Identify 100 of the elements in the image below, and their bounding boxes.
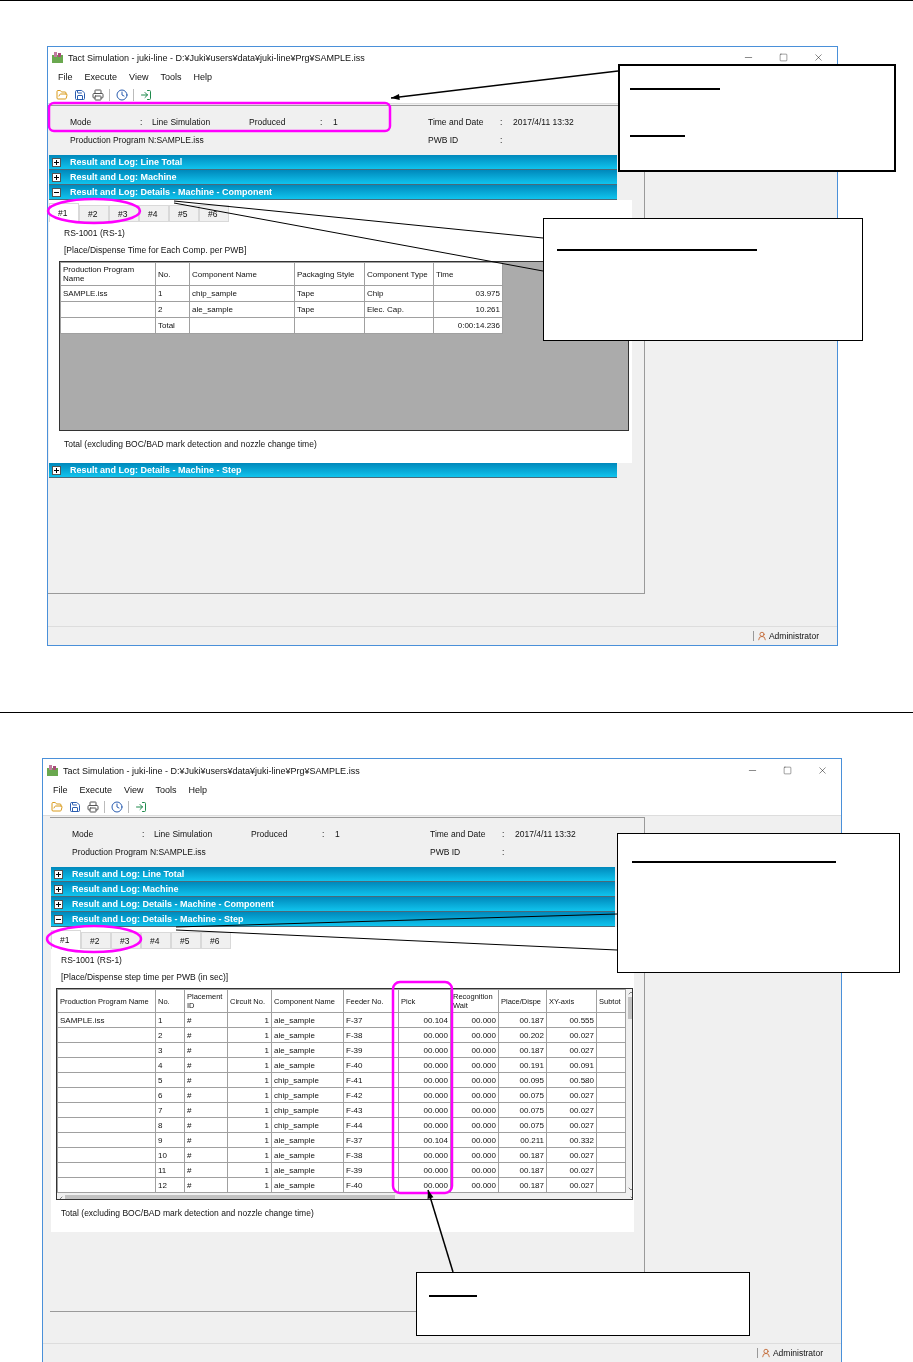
- table-cell: 00.000: [450, 1042, 499, 1058]
- footer-note: Total (excluding BOC/BAD mark detection and nozzle change time): [61, 1207, 314, 1220]
- table-cell: 2: [155, 1027, 185, 1043]
- table-cell: 00.187: [498, 1177, 547, 1193]
- tab[interactable]: #5: [169, 205, 199, 222]
- table-cell: 1: [227, 1072, 272, 1088]
- table-cell: 1: [227, 1042, 272, 1058]
- menu-item[interactable]: Execute: [75, 785, 117, 795]
- table-cell: 00.555: [546, 1012, 597, 1028]
- table-cell: 00.000: [398, 1057, 451, 1073]
- table-cell: [596, 1042, 626, 1058]
- menu-item[interactable]: Execute: [80, 72, 122, 82]
- table-cell: F-40: [343, 1057, 399, 1073]
- table-cell: #: [184, 1072, 228, 1088]
- program-label: Production Program N:SAMPLE.iss: [70, 135, 205, 145]
- table-cell: chip_sample: [271, 1072, 344, 1088]
- machine-label: RS-1001 (RS-1): [61, 954, 122, 967]
- table-cell: [596, 1177, 626, 1193]
- table-cell: ale_sample: [271, 1012, 344, 1028]
- table-cell: [596, 1057, 626, 1073]
- menu-item[interactable]: File: [49, 785, 72, 795]
- table-cell: 00.202: [498, 1027, 547, 1043]
- table-cell: 00.000: [398, 1102, 451, 1118]
- menu-item[interactable]: Tools: [156, 72, 186, 82]
- table-cell: ale_sample: [271, 1177, 344, 1193]
- field-label: PWB ID: [430, 847, 462, 857]
- table-cell: #: [184, 1087, 228, 1103]
- table-cell: 00.580: [546, 1072, 597, 1088]
- table-cell: F-38: [343, 1027, 399, 1043]
- table-cell: 00.075: [498, 1117, 547, 1133]
- user-icon: [756, 631, 767, 641]
- separator-text: :: [500, 135, 504, 145]
- table-cell: 00.000: [450, 1012, 499, 1028]
- exit-icon[interactable]: [138, 87, 153, 102]
- table-cell: 00.000: [450, 1147, 499, 1163]
- table-cell: #: [184, 1162, 228, 1178]
- table-cell: #: [184, 1132, 228, 1148]
- print-icon[interactable]: [85, 799, 100, 814]
- column-header[interactable]: Time: [433, 262, 503, 286]
- table-cell: 00.000: [398, 1042, 451, 1058]
- menu-item[interactable]: View: [125, 72, 153, 82]
- field-value: 2017/4/11 13:32: [513, 117, 575, 127]
- separator-text: :: [320, 117, 324, 127]
- table-cell: [596, 1147, 626, 1163]
- table-cell: #: [184, 1102, 228, 1118]
- column-header[interactable]: Component Type: [364, 262, 434, 286]
- menu-item[interactable]: Tools: [151, 785, 181, 795]
- save-icon[interactable]: [72, 87, 87, 102]
- separator-text: :: [322, 829, 326, 839]
- clock-icon[interactable]: [114, 87, 129, 102]
- table-cell: SAMPLE.iss: [60, 285, 156, 302]
- table-cell: 4: [155, 1057, 185, 1073]
- field-label: PWB ID: [428, 135, 460, 145]
- exit-icon[interactable]: [133, 799, 148, 814]
- table-cell: Elec. Cap.: [364, 301, 434, 318]
- table-cell: F-43: [343, 1102, 399, 1118]
- save-icon[interactable]: [67, 799, 82, 814]
- field-value: 1: [333, 117, 339, 127]
- table-cell: [596, 1087, 626, 1103]
- close-icon[interactable]: [812, 52, 824, 63]
- tab[interactable]: #4: [141, 932, 171, 949]
- table-cell: 00.027: [546, 1177, 597, 1193]
- menu-item[interactable]: Help: [189, 72, 216, 82]
- table-cell: 1: [155, 1012, 185, 1028]
- field-value: 1: [335, 829, 341, 839]
- table-cell: ale_sample: [271, 1027, 344, 1043]
- tab[interactable]: #5: [171, 932, 201, 949]
- tab[interactable]: #4: [139, 205, 169, 222]
- column-header[interactable]: Component Name: [189, 262, 295, 286]
- table-cell: 03.975: [433, 285, 503, 302]
- menu-item[interactable]: File: [54, 72, 77, 82]
- print-icon[interactable]: [90, 87, 105, 102]
- table-cell: 00.332: [546, 1132, 597, 1148]
- table-cell: F-39: [343, 1162, 399, 1178]
- clock-icon[interactable]: [109, 799, 124, 814]
- menu-item[interactable]: Help: [184, 785, 211, 795]
- table-cell: chip_sample: [271, 1087, 344, 1103]
- field-label: Mode: [70, 117, 93, 127]
- tab[interactable]: #2: [81, 932, 111, 949]
- table-cell: SAMPLE.iss: [57, 1012, 156, 1028]
- column-header[interactable]: No.: [155, 262, 190, 286]
- column-header[interactable]: Production Program Name: [60, 262, 156, 286]
- table-cell: 00.027: [546, 1087, 597, 1103]
- column-header[interactable]: Packaging Style: [294, 262, 365, 286]
- menu-item[interactable]: View: [120, 785, 148, 795]
- table-cell: F-38: [343, 1147, 399, 1163]
- close-icon[interactable]: [816, 765, 828, 776]
- table-cell: #: [184, 1042, 228, 1058]
- maximize-icon[interactable]: [782, 766, 792, 775]
- table-cell: 00.000: [398, 1072, 451, 1088]
- collapse-icon: [52, 187, 61, 197]
- tab[interactable]: #6: [201, 932, 231, 949]
- table-cell: [596, 1102, 626, 1118]
- table-cell: 00.027: [546, 1042, 597, 1058]
- table-cell: [596, 1117, 626, 1133]
- maximize-icon[interactable]: [778, 53, 788, 62]
- table-cell: chip_sample: [271, 1117, 344, 1133]
- table-cell: 3: [155, 1042, 185, 1058]
- table-cell: 00.187: [498, 1012, 547, 1028]
- tab[interactable]: #2: [79, 205, 109, 222]
